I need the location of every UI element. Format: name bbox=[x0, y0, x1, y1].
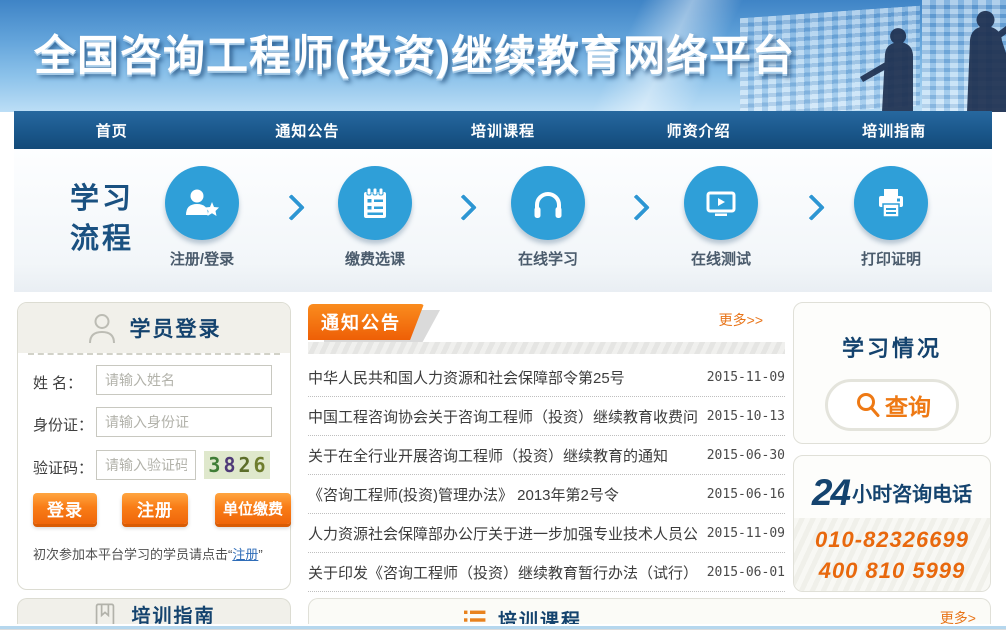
person-icon bbox=[87, 312, 117, 345]
chevron-right-icon bbox=[798, 194, 825, 221]
step-label: 缴费选课 bbox=[320, 248, 430, 269]
process-title: 学习 流程 bbox=[54, 179, 150, 259]
chevron-right-icon bbox=[623, 194, 650, 221]
step-pay-select[interactable]: 缴费选课 bbox=[320, 166, 430, 269]
clipboard-icon bbox=[338, 166, 412, 240]
step-online-study[interactable]: 在线学习 bbox=[493, 166, 603, 269]
headphones-icon bbox=[511, 166, 585, 240]
nav-item-guide[interactable]: 培训指南 bbox=[796, 111, 992, 149]
hint-text: ” bbox=[258, 547, 262, 562]
notice-title[interactable]: 中华人民共和国人力资源和社会保障部令第25号 bbox=[308, 367, 625, 388]
notice-date: 2015-06-16 bbox=[707, 487, 785, 502]
chevron-right-icon bbox=[450, 194, 477, 221]
user-star-icon bbox=[165, 166, 239, 240]
step-label: 注册/登录 bbox=[147, 248, 257, 269]
bottom-edge-strip bbox=[0, 624, 1006, 630]
captcha-digit: 8 bbox=[223, 453, 235, 477]
notice-title[interactable]: 《咨询工程师(投资)管理办法》 2013年第2号令 bbox=[308, 484, 619, 505]
captcha-image[interactable]: 3 8 2 6 bbox=[204, 451, 270, 479]
nav-item-home[interactable]: 首页 bbox=[14, 111, 210, 149]
notice-title[interactable]: 中国工程咨询协会关于咨询工程师（投资）继续教育收费问… bbox=[308, 406, 697, 427]
first-time-hint: 初次参加本平台学习的学员请点击“注册” bbox=[33, 544, 263, 563]
step-print-certificate[interactable]: 打印证明 bbox=[836, 166, 946, 269]
hotline-numbers: 010-82326699 400 810 5999 bbox=[794, 518, 990, 592]
notice-row[interactable]: 中国工程咨询协会关于咨询工程师（投资）继续教育收费问… 2015-10-13 bbox=[308, 397, 785, 436]
notices-section: 通知公告 更多>> 中华人民共和国人力资源和社会保障部令第25号 2015-11… bbox=[308, 302, 785, 590]
captcha-digit: 6 bbox=[254, 453, 266, 477]
notice-row[interactable]: 人力资源社会保障部办公厅关于进一步加强专业技术人员公… 2015-11-09 bbox=[308, 514, 785, 553]
video-player-icon bbox=[684, 166, 758, 240]
notice-title[interactable]: 人力资源社会保障部办公厅关于进一步加强专业技术人员公… bbox=[308, 523, 697, 544]
captcha-input[interactable] bbox=[96, 450, 196, 480]
study-status-title: 学习情况 bbox=[794, 331, 990, 363]
step-online-test[interactable]: 在线测试 bbox=[666, 166, 776, 269]
learning-process-section: 学习 流程 注册/登录 缴费选 bbox=[14, 149, 992, 292]
captcha-digit: 3 bbox=[208, 453, 220, 477]
hotline-24: 24 bbox=[812, 472, 849, 513]
login-title: 学员登录 bbox=[130, 313, 222, 343]
hotline-suffix: 小时咨询电话 bbox=[852, 484, 972, 506]
id-card-input[interactable] bbox=[96, 407, 272, 437]
site-title: 全国咨询工程师(投资)继续教育网络平台 bbox=[34, 22, 795, 83]
notice-row[interactable]: 《咨询工程师(投资)管理办法》 2013年第2号令 2015-06-16 bbox=[308, 475, 785, 514]
process-title-line1: 学习 bbox=[54, 179, 150, 219]
student-login-panel: 学员登录 姓 名： 身份证： 验证码： 3 8 2 6 登录 注册 单位缴费 初… bbox=[17, 302, 291, 590]
hotline-panel: 24小时咨询电话 010-82326699 400 810 5999 bbox=[793, 455, 991, 592]
query-button[interactable]: 查询 bbox=[825, 379, 959, 431]
id-row: 身份证： bbox=[18, 407, 290, 437]
notice-row[interactable]: 关于印发《咨询工程师（投资）继续教育暂行办法（试行）… 2015-06-01 bbox=[308, 553, 785, 592]
step-register[interactable]: 注册/登录 bbox=[147, 166, 257, 269]
phone-number: 010-82326699 bbox=[794, 524, 990, 555]
nav-item-courses[interactable]: 培训课程 bbox=[405, 111, 601, 149]
login-button[interactable]: 登录 bbox=[33, 493, 97, 524]
main-nav: 首页 通知公告 培训课程 师资介绍 培训指南 bbox=[14, 111, 992, 149]
captcha-digit: 2 bbox=[239, 453, 251, 477]
name-row: 姓 名： bbox=[18, 365, 290, 395]
notice-row[interactable]: 中华人民共和国人力资源和社会保障部令第25号 2015-11-09 bbox=[308, 358, 785, 397]
hint-text: 初次参加本平台学习的学员请点击“ bbox=[33, 547, 232, 562]
captcha-label: 验证码： bbox=[33, 457, 93, 478]
notice-title[interactable]: 关于印发《咨询工程师（投资）继续教育暂行办法（试行）… bbox=[308, 562, 697, 583]
chevron-right-icon bbox=[278, 194, 305, 221]
query-label: 查询 bbox=[885, 388, 931, 422]
login-header: 学员登录 bbox=[18, 303, 290, 353]
notice-date: 2015-10-13 bbox=[707, 409, 785, 424]
notice-list: 中华人民共和国人力资源和社会保障部令第25号 2015-11-09 中国工程咨询… bbox=[308, 358, 785, 592]
dashed-divider bbox=[28, 353, 280, 355]
notices-tab[interactable]: 通知公告 bbox=[308, 304, 424, 340]
striped-divider-bar bbox=[308, 342, 785, 354]
notice-date: 2015-11-09 bbox=[707, 526, 785, 541]
notice-row[interactable]: 关于在全行业开展咨询工程师（投资）继续教育的通知 2015-06-30 bbox=[308, 436, 785, 475]
id-label: 身份证： bbox=[33, 414, 93, 435]
step-label: 打印证明 bbox=[836, 248, 946, 269]
notices-more-link[interactable]: 更多>> bbox=[719, 310, 763, 330]
hotline-title: 24小时咨询电话 bbox=[794, 472, 990, 514]
process-title-line2: 流程 bbox=[54, 219, 150, 259]
captcha-row: 验证码： 3 8 2 6 bbox=[18, 450, 290, 480]
name-label: 姓 名： bbox=[33, 372, 82, 393]
unit-pay-button[interactable]: 单位缴费 bbox=[215, 493, 291, 524]
register-link[interactable]: 注册 bbox=[232, 547, 258, 562]
notice-title[interactable]: 关于在全行业开展咨询工程师（投资）继续教育的通知 bbox=[308, 445, 668, 466]
register-button[interactable]: 注册 bbox=[122, 493, 188, 524]
name-input[interactable] bbox=[96, 365, 272, 395]
printer-icon bbox=[854, 166, 928, 240]
nav-item-notices[interactable]: 通知公告 bbox=[210, 111, 406, 149]
study-status-panel: 学习情况 查询 bbox=[793, 302, 991, 444]
notice-date: 2015-06-01 bbox=[707, 565, 785, 580]
step-label: 在线学习 bbox=[493, 248, 603, 269]
notice-date: 2015-11-09 bbox=[707, 370, 785, 385]
step-label: 在线测试 bbox=[666, 248, 776, 269]
phone-number: 400 810 5999 bbox=[794, 555, 990, 586]
notice-date: 2015-06-30 bbox=[707, 448, 785, 463]
search-icon bbox=[853, 390, 883, 420]
nav-item-teachers[interactable]: 师资介绍 bbox=[601, 111, 797, 149]
banner: 全国咨询工程师(投资)继续教育网络平台 bbox=[0, 0, 1006, 112]
